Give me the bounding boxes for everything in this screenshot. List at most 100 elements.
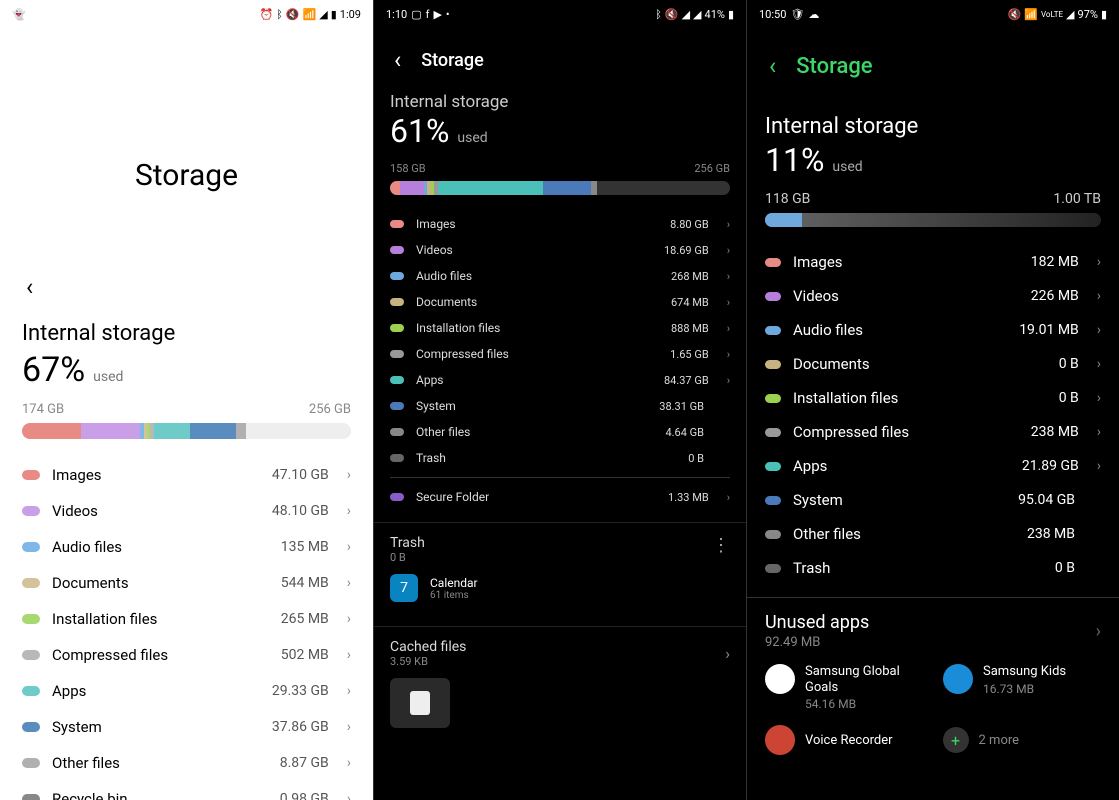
category-row[interactable]: Audio files135 MB› <box>22 529 351 565</box>
category-row[interactable]: System95.04 GB <box>747 483 1119 517</box>
category-name: Documents <box>416 295 659 309</box>
category-name: Apps <box>52 682 260 700</box>
chevron-right-icon: › <box>347 611 351 627</box>
category-dot <box>390 246 404 254</box>
category-row[interactable]: Apps29.33 GB› <box>22 673 351 709</box>
category-dot <box>765 496 781 505</box>
category-dot <box>22 578 40 588</box>
category-row[interactable]: Apps84.37 GB› <box>374 367 746 393</box>
category-row[interactable]: Compressed files238 MB› <box>747 415 1119 449</box>
category-row[interactable]: Trash0 B <box>374 445 746 471</box>
category-row[interactable]: Audio files268 MB› <box>374 263 746 289</box>
yt-icon: ▶ <box>433 8 441 21</box>
app-icon <box>943 664 973 694</box>
category-name: Images <box>52 466 260 484</box>
category-row[interactable]: Videos48.10 GB› <box>22 493 351 529</box>
category-row[interactable]: Compressed files1.65 GB› <box>374 341 746 367</box>
trash-title: Trash <box>390 535 425 551</box>
cast-icon: ▢ <box>411 8 421 21</box>
category-row[interactable]: Videos18.69 GB› <box>374 237 746 263</box>
category-size: 268 MB <box>671 270 709 283</box>
chevron-right-icon: › <box>347 791 351 800</box>
category-name: Installation files <box>416 321 659 335</box>
chevron-right-icon: › <box>1097 458 1101 474</box>
chevron-right-icon: › <box>347 719 351 735</box>
category-row[interactable]: Compressed files502 MB› <box>22 637 351 673</box>
cached-file-thumb[interactable] <box>390 678 450 728</box>
more-menu-button[interactable]: ⋮ <box>712 535 730 556</box>
status-bar: 👻 ⏰ ᛒ 🔇 📶 ◢ ▮ 1:09 <box>0 0 373 28</box>
status-bar: 1:10 ▢ f ▶ • ᛒ 🔇 ◢ ◢ 41% ▮ <box>374 0 746 28</box>
unused-app-item[interactable]: Samsung Kids16.73 MB <box>943 664 1101 711</box>
cached-section[interactable]: Cached files 3.59 KB › <box>374 626 746 668</box>
category-size: 18.69 GB <box>664 244 709 257</box>
category-row[interactable]: System37.86 GB› <box>22 709 351 745</box>
percent-used: 67% <box>22 350 85 390</box>
category-row[interactable]: Audio files19.01 MB› <box>747 313 1119 347</box>
category-name: Other files <box>52 754 268 772</box>
dot-icon: • <box>446 8 450 21</box>
category-row[interactable]: Images182 MB› <box>747 245 1119 279</box>
cloud-icon: ☁ <box>808 8 819 21</box>
category-name: Trash <box>416 451 676 465</box>
category-dot <box>765 394 781 403</box>
category-name: Compressed files <box>52 646 269 664</box>
internal-storage-title: Internal storage <box>22 321 351 346</box>
category-row[interactable]: Documents544 MB› <box>22 565 351 601</box>
calendar-icon: 7 <box>390 574 418 602</box>
category-row[interactable]: Recycle bin0.98 GB› <box>22 781 351 800</box>
category-row-secure[interactable]: Secure Folder 1.33 MB › <box>374 484 746 510</box>
category-row[interactable]: Images8.80 GB› <box>374 211 746 237</box>
category-size: 48.10 GB <box>272 503 329 519</box>
unused-apps-section[interactable]: Unused apps 92.49 MB › Samsung Global Go… <box>747 597 1119 769</box>
category-row[interactable]: Trash0 B <box>747 551 1119 585</box>
category-row[interactable]: Documents0 B› <box>747 347 1119 381</box>
category-row[interactable]: Installation files265 MB› <box>22 601 351 637</box>
category-dot <box>390 402 404 410</box>
back-button[interactable]: ‹ <box>765 48 780 84</box>
category-name: Apps <box>416 373 652 387</box>
category-name: Installation files <box>52 610 269 628</box>
category-row[interactable]: Installation files0 B› <box>747 381 1119 415</box>
category-row[interactable]: System38.31 GB <box>374 393 746 419</box>
trash-app-name: Calendar <box>430 576 478 590</box>
category-name: Videos <box>793 287 1019 305</box>
battery-icon: ▮ <box>331 8 337 21</box>
clock: 10:50 <box>759 8 786 21</box>
category-size: 95.04 GB <box>1018 492 1075 508</box>
internal-storage-title: Internal storage <box>747 114 1119 139</box>
category-size: 135 MB <box>281 539 329 555</box>
category-row[interactable]: Apps21.89 GB› <box>747 449 1119 483</box>
category-row[interactable]: Installation files888 MB› <box>374 315 746 341</box>
category-dot <box>390 454 404 462</box>
lte-icon: VoLTE <box>1041 10 1063 19</box>
category-row[interactable]: Documents674 MB› <box>374 289 746 315</box>
category-row[interactable]: Other files238 MB <box>747 517 1119 551</box>
back-button[interactable]: ‹ <box>22 269 37 305</box>
category-dot <box>390 298 404 306</box>
category-name: Secure Folder <box>416 490 656 504</box>
back-button[interactable]: ‹ <box>390 42 405 78</box>
chevron-right-icon: › <box>727 322 730 335</box>
chevron-right-icon: › <box>725 644 730 663</box>
category-dot <box>390 376 404 384</box>
trash-app-item[interactable]: 7 Calendar 61 items <box>390 574 730 602</box>
unused-app-item[interactable]: Samsung Global Goals54.16 MB <box>765 664 923 711</box>
category-size: 19.01 MB <box>1019 322 1079 338</box>
mute-icon: 🔇 <box>1008 8 1022 21</box>
chevron-right-icon: › <box>1097 424 1101 440</box>
used-label: used <box>93 369 123 385</box>
category-row[interactable]: Other files8.87 GB› <box>22 745 351 781</box>
category-row[interactable]: Videos226 MB› <box>747 279 1119 313</box>
category-dot <box>22 650 40 660</box>
chevron-right-icon: › <box>727 244 730 257</box>
used-label: used <box>832 159 862 175</box>
signal-icon: ◢ <box>319 8 327 21</box>
app-size: 16.73 MB <box>983 682 1066 696</box>
category-dot <box>765 530 781 539</box>
category-row[interactable]: Images47.10 GB› <box>22 457 351 493</box>
category-row[interactable]: Other files4.64 GB <box>374 419 746 445</box>
shield-icon: 🛡 <box>790 8 804 21</box>
category-dot <box>390 272 404 280</box>
chevron-right-icon: › <box>1097 288 1101 304</box>
